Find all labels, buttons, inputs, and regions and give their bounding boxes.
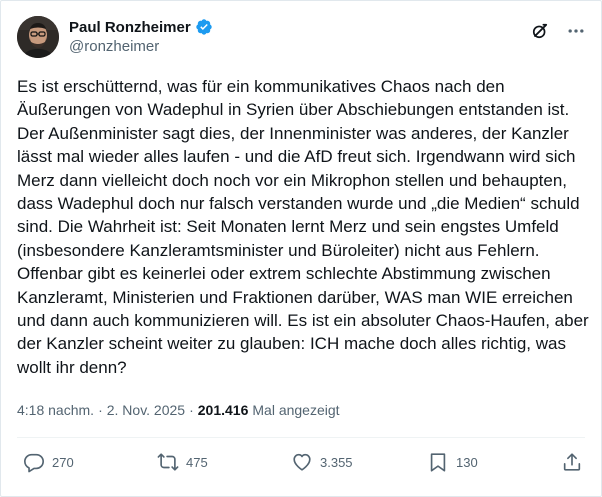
more-horizontal-icon[interactable]: [565, 20, 587, 42]
reply-count: 270: [52, 454, 74, 470]
tweet-card: Paul Ronzheimer @ronzheimer Es ist ersch…: [0, 0, 602, 497]
avatar[interactable]: [17, 16, 59, 58]
bookmark-icon: [430, 453, 446, 472]
views-count: 201.416: [197, 402, 249, 418]
author-display-name[interactable]: Paul Ronzheimer: [69, 19, 191, 36]
repost-icon: [157, 453, 179, 471]
heart-icon: [293, 453, 311, 471]
meta-separator: ·: [189, 402, 194, 418]
reply-button[interactable]: 270: [23, 451, 74, 473]
share-icon: [563, 453, 581, 471]
reply-icon: [24, 453, 44, 473]
views-label: Mal angezeigt: [252, 402, 340, 418]
author-names: Paul Ronzheimer @ronzheimer: [69, 17, 213, 55]
like-count: 3.355: [320, 454, 353, 470]
verified-badge-icon[interactable]: [195, 18, 213, 36]
tweet-date[interactable]: 2. Nov. 2025: [107, 402, 185, 418]
grok-icon[interactable]: [529, 20, 551, 42]
divider: [17, 437, 585, 438]
header-actions: [529, 20, 587, 42]
tweet-time[interactable]: 4:18 nachm.: [17, 402, 94, 418]
share-button[interactable]: [561, 451, 583, 473]
meta-separator: ·: [98, 402, 103, 418]
action-bar: 270 475 3.355 130: [23, 451, 581, 475]
tweet-header: Paul Ronzheimer @ronzheimer: [17, 14, 587, 62]
bookmark-count: 130: [456, 454, 478, 470]
display-name-row: Paul Ronzheimer: [69, 17, 213, 37]
repost-count: 475: [186, 454, 208, 470]
tweet-text: Es ist erschütternd, was für ein kommuni…: [17, 77, 594, 377]
bookmark-button[interactable]: 130: [427, 451, 478, 473]
like-button[interactable]: 3.355: [291, 451, 353, 473]
repost-button[interactable]: 475: [157, 451, 208, 473]
avatar-image: [17, 16, 59, 58]
author-handle[interactable]: @ronzheimer: [69, 38, 213, 55]
tweet-meta: 4:18 nachm. · 2. Nov. 2025 · 201.416 Mal…: [17, 402, 340, 418]
